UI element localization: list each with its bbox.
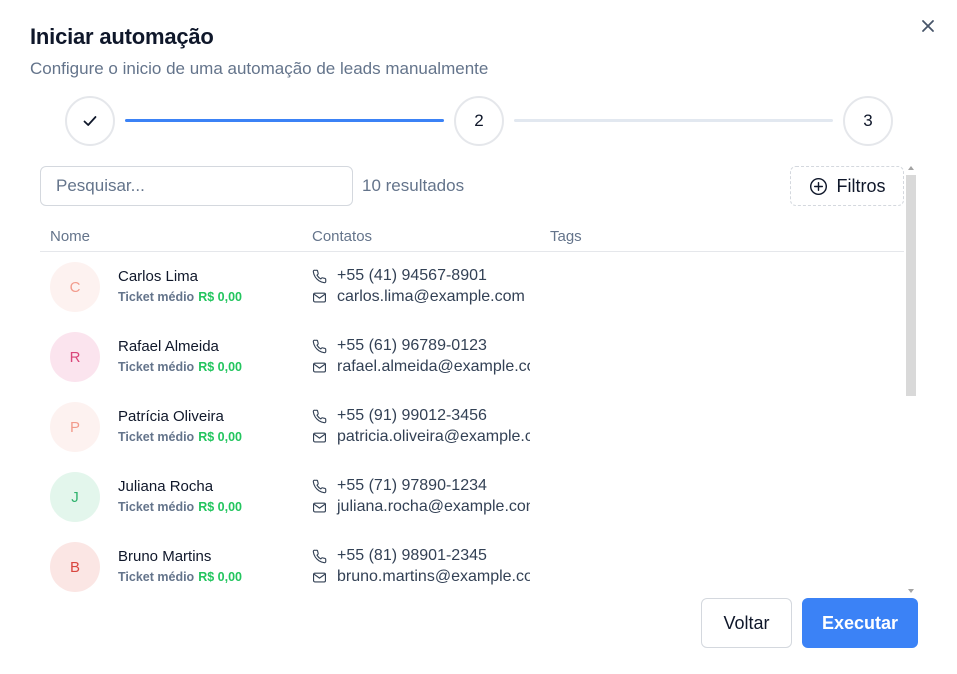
column-header-tags: Tags <box>550 228 582 245</box>
column-header-contacts: Contatos <box>312 228 373 245</box>
lead-name: Patrícia Oliveira <box>118 408 224 425</box>
ticket-medio: Ticket médio R$ 0,00 <box>118 290 242 304</box>
ticket-label: Ticket médio <box>118 570 195 584</box>
mail-icon <box>313 572 326 582</box>
lead-email: bruno.martins@example.com <box>312 568 530 586</box>
lead-phone: +55 (81) 98901-2345 <box>312 547 530 565</box>
step-3: 3 <box>843 96 893 146</box>
search-input[interactable] <box>40 166 353 206</box>
step-connector-upcoming <box>514 119 833 122</box>
avatar: J <box>50 472 100 522</box>
ticket-label: Ticket médio <box>118 290 195 304</box>
back-button[interactable]: Voltar <box>701 598 792 648</box>
ticket-label: Ticket médio <box>118 360 195 374</box>
column-header-name: Nome <box>50 228 91 245</box>
step-2: 2 <box>454 96 504 146</box>
ticket-label: Ticket médio <box>118 500 195 514</box>
phone-icon <box>312 409 327 423</box>
table-row[interactable]: P Patrícia Oliveira Ticket médio R$ 0,00 … <box>40 392 904 462</box>
ticket-medio: Ticket médio R$ 0,00 <box>118 430 242 444</box>
mail-icon <box>313 362 326 372</box>
lead-email: juliana.rocha@example.com <box>312 498 530 516</box>
dialog-title: Iniciar automação <box>30 24 214 49</box>
email-text: carlos.lima@example.com <box>337 288 525 305</box>
close-button[interactable] <box>917 15 939 37</box>
phone-icon <box>312 479 327 493</box>
ticket-value: R$ 0,00 <box>198 360 242 374</box>
mail-icon <box>313 502 326 512</box>
phone-text: +55 (71) 97890-1234 <box>337 477 487 494</box>
phone-icon <box>312 339 327 353</box>
lead-email: rafael.almeida@example.com <box>312 358 530 376</box>
table-row[interactable]: R Rafael Almeida Ticket médio R$ 0,00 +55… <box>40 322 904 392</box>
ticket-value: R$ 0,00 <box>198 500 242 514</box>
step-1-completed <box>65 96 115 146</box>
automation-dialog: Iniciar automação Configure o inicio de … <box>0 0 957 674</box>
scrollbar-thumb[interactable] <box>906 175 916 396</box>
scroll-down-arrow[interactable] <box>908 589 914 593</box>
lead-name: Juliana Rocha <box>118 478 214 495</box>
ticket-medio: Ticket médio R$ 0,00 <box>118 360 242 374</box>
lead-phone: +55 (91) 99012-3456 <box>312 407 530 425</box>
phone-text: +55 (41) 94567-8901 <box>337 267 487 284</box>
ticket-value: R$ 0,00 <box>198 570 242 584</box>
lead-phone: +55 (61) 96789-0123 <box>312 337 530 355</box>
lead-phone: +55 (41) 94567-8901 <box>312 267 530 285</box>
email-text: bruno.martins@example.com <box>337 568 530 585</box>
results-count: 10 resultados <box>362 176 465 195</box>
ticket-value: R$ 0,00 <box>198 290 242 304</box>
table-row[interactable]: C Carlos Lima Ticket médio R$ 0,00 +55 (4… <box>40 252 904 322</box>
execute-button[interactable]: Executar <box>802 598 918 648</box>
avatar: B <box>50 542 100 592</box>
filters-button[interactable]: Filtros <box>790 166 904 206</box>
ticket-value: R$ 0,00 <box>198 430 242 444</box>
avatar: R <box>50 332 100 382</box>
mail-icon <box>313 432 326 442</box>
email-text: juliana.rocha@example.com <box>337 498 530 515</box>
phone-text: +55 (81) 98901-2345 <box>337 547 487 564</box>
lead-email: carlos.lima@example.com <box>312 288 530 306</box>
leads-list: C Carlos Lima Ticket médio R$ 0,00 +55 (4… <box>40 252 904 592</box>
mail-icon <box>313 292 326 302</box>
email-text: patricia.oliveira@example.com <box>337 428 530 445</box>
table-header: Nome Contatos Tags <box>40 226 904 252</box>
avatar: C <box>50 262 100 312</box>
table-row[interactable]: B Bruno Martins Ticket médio R$ 0,00 +55 … <box>40 532 904 592</box>
ticket-medio: Ticket médio R$ 0,00 <box>118 500 242 514</box>
avatar: P <box>50 402 100 452</box>
check-icon <box>83 116 97 126</box>
close-icon <box>922 20 934 32</box>
table-row[interactable]: J Juliana Rocha Ticket médio R$ 0,00 +55 … <box>40 462 904 532</box>
lead-name: Bruno Martins <box>118 548 212 565</box>
lead-email: patricia.oliveira@example.com <box>312 428 530 446</box>
ticket-label: Ticket médio <box>118 430 195 444</box>
step-connector-completed <box>125 119 444 122</box>
phone-text: +55 (91) 99012-3456 <box>337 407 487 424</box>
filters-label: Filtros <box>836 175 886 196</box>
ticket-medio: Ticket médio R$ 0,00 <box>118 570 242 584</box>
lead-name: Rafael Almeida <box>118 338 219 355</box>
dialog-subtitle: Configure o inicio de uma automação de l… <box>30 59 489 78</box>
email-text: rafael.almeida@example.com <box>337 358 530 375</box>
lead-phone: +55 (71) 97890-1234 <box>312 477 530 495</box>
phone-icon <box>312 549 327 563</box>
phone-text: +55 (61) 96789-0123 <box>337 337 487 354</box>
phone-icon <box>312 269 327 283</box>
scroll-up-arrow[interactable] <box>908 166 914 170</box>
lead-name: Carlos Lima <box>118 268 199 285</box>
plus-circle-icon <box>809 177 827 195</box>
